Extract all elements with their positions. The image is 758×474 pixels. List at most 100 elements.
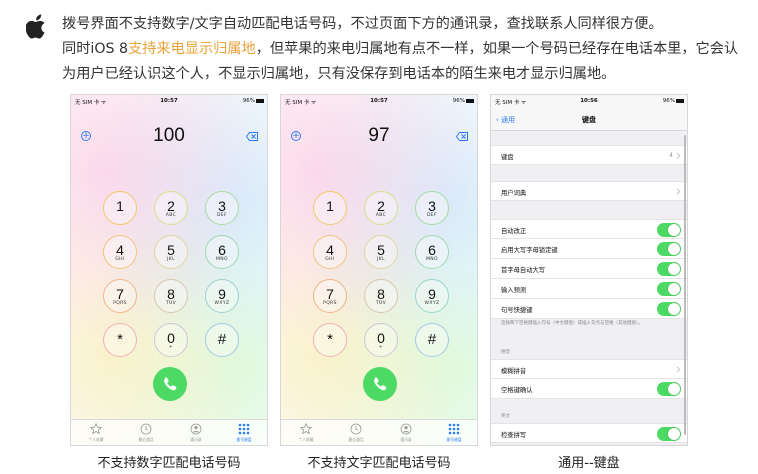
tab-bar: 个人收藏 最近通话 通讯录 拨号键盘	[281, 419, 477, 445]
star-icon	[90, 423, 102, 435]
key-7[interactable]: 7 PQRS	[313, 279, 347, 313]
battery-icon	[256, 99, 264, 103]
keyboards-count: 4	[669, 152, 673, 159]
scrollbar[interactable]	[684, 135, 686, 435]
key-letters: TUV	[165, 301, 177, 306]
page-title: 键盘	[582, 116, 596, 124]
caption-phone-1: 不支持数字匹配电话号码	[97, 456, 241, 471]
row-label: 检查拼写	[501, 432, 527, 439]
intro-text: 拨号界面不支持数字/文字自动匹配电话号码，不过页面下方的通讯录，查找联系人同样很…	[62, 12, 752, 87]
phone-dialer-2: 无 SIM 卡 ᯤ 10:57 96% + 97 1 2 ABC 3 DEF 4 GH…	[280, 94, 478, 446]
key-letters: +	[168, 345, 174, 350]
tab-label: 个人收藏	[88, 437, 104, 442]
row-space-confirm: 空格键确认	[491, 379, 687, 399]
contacts-icon	[400, 423, 412, 435]
key-digit: 7	[116, 286, 124, 302]
nav-bar: ‹ 通用 键盘	[491, 109, 687, 131]
key-7[interactable]: 7 PQRS	[103, 279, 137, 313]
clock-text: 10:57	[160, 98, 178, 104]
key-9[interactable]: 9 WXYZ	[415, 279, 449, 313]
key-2[interactable]: 2 ABC	[154, 191, 188, 225]
key-digit: 6	[218, 242, 226, 258]
keypad: 1 2 ABC 3 DEF 4 GHI 5 JKL 6 MNO 7 PQRS 8 TUV 9W…	[103, 191, 239, 395]
key-digit: 3	[428, 198, 436, 214]
battery-text: 96%	[452, 98, 465, 104]
row-label: 启用大写字母锁定键	[501, 247, 558, 254]
key-2[interactable]: 2 ABC	[364, 191, 398, 225]
tab-recents[interactable]: 最近通话	[127, 423, 165, 443]
row-spell-check: 检查拼写	[491, 423, 687, 443]
key-digit: 5	[167, 242, 175, 258]
tab-contacts[interactable]: 通讯录	[177, 423, 215, 443]
key-9[interactable]: 9 WXYZ	[205, 279, 239, 313]
key-letters: GHI	[115, 257, 125, 262]
key-letters: WXYZ	[214, 301, 230, 306]
key-hash[interactable]: #	[205, 323, 239, 357]
spell-check-toggle[interactable]	[657, 427, 681, 441]
key-digit: 1	[326, 198, 334, 214]
status-bar: 无 SIM 卡 ᯤ 10:57 96%	[71, 95, 267, 109]
key-8[interactable]: 8 TUV	[154, 279, 188, 313]
key-digit: 9	[428, 286, 436, 302]
row-keyboards[interactable]: 键盘 4	[491, 145, 687, 165]
key-star[interactable]: *	[103, 323, 137, 357]
auto-capitalization-toggle[interactable]	[657, 262, 681, 276]
backspace-icon[interactable]	[456, 132, 468, 141]
row-user-dictionary[interactable]: 用户词典	[491, 181, 687, 201]
tab-keypad[interactable]: 拨号键盘	[435, 423, 473, 443]
tab-recents[interactable]: 最近通话	[337, 423, 375, 443]
tab-favorites[interactable]: 个人收藏	[287, 423, 325, 443]
key-0[interactable]: 0 +	[364, 323, 398, 357]
key-1[interactable]: 1	[103, 191, 137, 225]
key-digit: 9	[218, 286, 226, 302]
key-digit: 8	[377, 286, 385, 302]
key-letters: JKL	[167, 257, 175, 262]
key-letters: PQRS	[323, 301, 337, 306]
key-8[interactable]: 8 TUV	[364, 279, 398, 313]
key-digit: 4	[326, 242, 334, 258]
predictive-toggle[interactable]	[657, 282, 681, 296]
keypad-grid-icon	[448, 423, 460, 435]
key-3[interactable]: 3 DEF	[415, 191, 449, 225]
tab-label: 最近通话	[348, 437, 364, 442]
key-3[interactable]: 3 DEF	[205, 191, 239, 225]
tab-bar: 个人收藏 最近通话 通讯录 拨号键盘	[71, 419, 267, 445]
tab-contacts[interactable]: 通讯录	[387, 423, 425, 443]
chevron-right-icon	[676, 152, 681, 159]
key-5[interactable]: 5 JKL	[364, 235, 398, 269]
row-label: 输入预测	[501, 287, 527, 294]
tab-favorites[interactable]: 个人收藏	[77, 423, 115, 443]
key-6[interactable]: 6 MNO	[205, 235, 239, 269]
call-button[interactable]	[153, 367, 187, 401]
tab-label: 个人收藏	[298, 437, 314, 442]
caps-lock-toggle[interactable]	[657, 242, 681, 256]
key-4[interactable]: 4 GHI	[313, 235, 347, 269]
key-letters: TUV	[375, 301, 387, 306]
key-5[interactable]: 5 JKL	[154, 235, 188, 269]
period-shortcut-toggle[interactable]	[657, 302, 681, 316]
key-star[interactable]: *	[313, 323, 347, 357]
row-auto-capitalization: 首字母自动大写	[491, 259, 687, 279]
space-confirm-toggle[interactable]	[657, 382, 681, 396]
section-header-english: 英文	[501, 414, 510, 419]
row-label: 用户词典	[501, 190, 527, 197]
row-label: 空格键确认	[501, 387, 533, 394]
intro-line-2-pre: 同时iOS 8	[62, 41, 129, 57]
row-period-shortcut: 句号快捷键	[491, 299, 687, 319]
key-4[interactable]: 4 GHI	[103, 235, 137, 269]
key-0[interactable]: 0 +	[154, 323, 188, 357]
auto-correct-toggle[interactable]	[657, 223, 681, 237]
key-digit: #	[217, 331, 227, 348]
key-hash[interactable]: #	[415, 323, 449, 357]
tab-label: 通讯录	[190, 437, 202, 442]
clock-text: 10:56	[580, 98, 598, 104]
call-button[interactable]	[363, 367, 397, 401]
tab-keypad[interactable]: 拨号键盘	[225, 423, 263, 443]
caption-phone-3: 通用--键盘	[558, 456, 620, 471]
tab-label: 拨号键盘	[446, 437, 462, 442]
key-1[interactable]: 1	[313, 191, 347, 225]
row-auto-correct: 自动改正	[491, 219, 687, 239]
key-6[interactable]: 6 MNO	[415, 235, 449, 269]
backspace-icon[interactable]	[246, 132, 258, 141]
row-fuzzy-pinyin[interactable]: 模糊拼音	[491, 359, 687, 379]
